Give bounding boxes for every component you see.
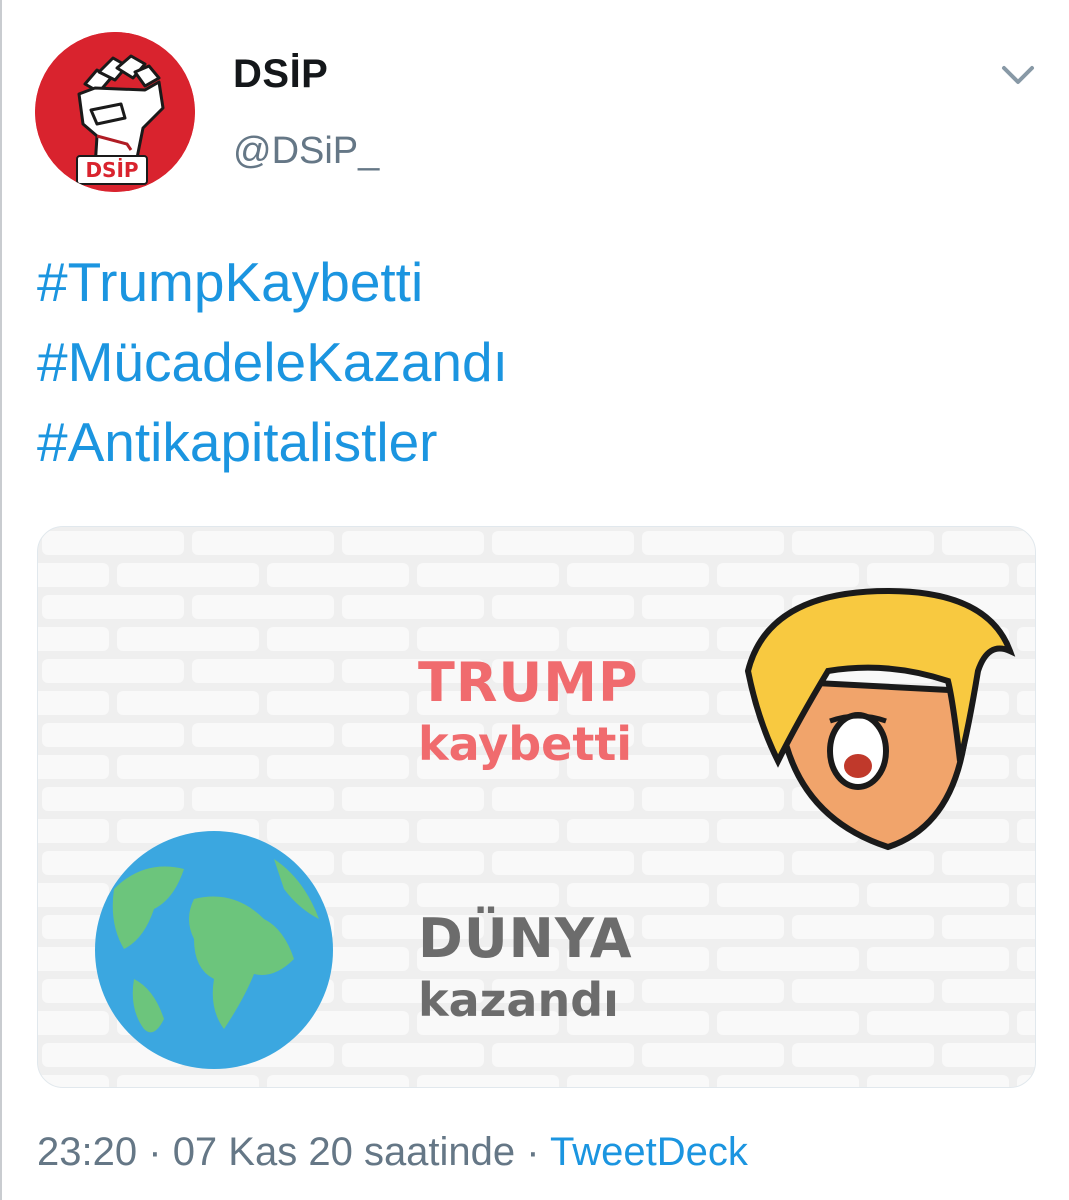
avatar[interactable]: DSİP: [35, 32, 195, 192]
fist-icon: DSİP: [35, 32, 195, 192]
separator: ·: [526, 1130, 540, 1174]
tweet-date[interactable]: 07 Kas 20 saatinde: [173, 1130, 515, 1174]
left-border: [0, 0, 2, 1200]
chevron-down-icon[interactable]: [996, 58, 1040, 94]
trump-title: TRUMP: [418, 651, 639, 714]
tweet-time[interactable]: 23:20: [37, 1130, 137, 1174]
trump-caricature: [744, 587, 1016, 851]
avatar-label: DSİP: [85, 158, 138, 182]
tweet-text: #TrumpKaybetti #MücadeleKazandı #Antikap…: [37, 242, 508, 482]
hashtag-link[interactable]: #TrumpKaybetti: [37, 242, 508, 322]
trump-subtitle: kaybetti: [418, 717, 633, 771]
dunya-subtitle: kazandı: [418, 973, 619, 1027]
globe-icon: [95, 831, 333, 1069]
separator: ·: [148, 1130, 162, 1174]
dunya-title: DÜNYA: [418, 907, 633, 970]
hashtag-link[interactable]: #Antikapitalistler: [37, 402, 508, 482]
tweet-media-image[interactable]: TRUMP kaybetti DÜNYA kazandı: [37, 526, 1036, 1088]
hashtag-link[interactable]: #MücadeleKazandı: [37, 322, 508, 402]
tweet-source-link[interactable]: TweetDeck: [550, 1130, 748, 1174]
user-handle[interactable]: @DSiP_: [233, 130, 379, 173]
display-name[interactable]: DSİP: [233, 52, 328, 97]
tweet-footer: 23:20 · 07 Kas 20 saatinde · TweetDeck: [37, 1130, 748, 1175]
